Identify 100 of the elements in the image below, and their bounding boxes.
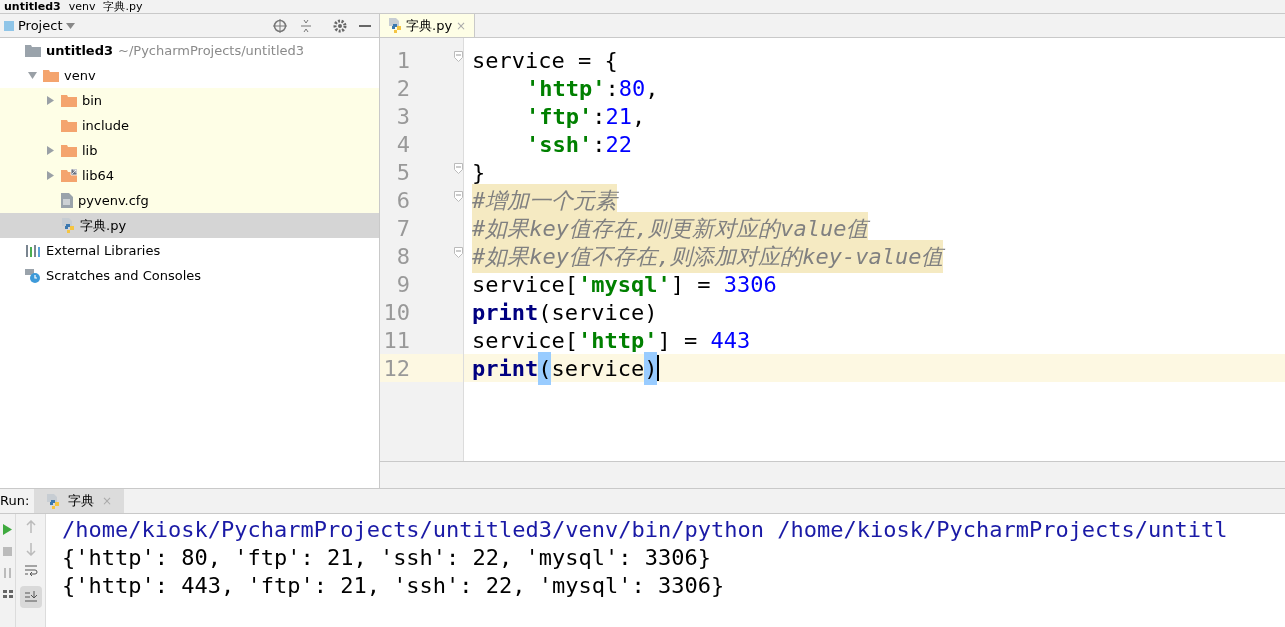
code-token: , xyxy=(645,74,659,103)
tree-item[interactable]: 字典.py xyxy=(0,213,379,238)
code-token: 22 xyxy=(605,130,632,159)
editor-tab[interactable]: 字典.py × xyxy=(380,14,476,37)
folder-icon xyxy=(43,69,59,82)
tab-label: 字典.py xyxy=(406,16,453,35)
line-number: 10 xyxy=(382,298,410,327)
tree-item[interactable]: venv xyxy=(0,63,379,88)
code-token: ( xyxy=(538,351,552,385)
panel-title[interactable]: Project xyxy=(18,15,63,36)
scratches-icon xyxy=(25,268,41,283)
fold-icon[interactable] xyxy=(454,162,463,174)
code-token: print xyxy=(472,298,539,327)
console-line: {'http': 80, 'ftp': 21, 'ssh': 22, 'mysql': 3306} xyxy=(62,544,712,572)
text-cursor xyxy=(657,355,660,381)
tree-item-label: bin xyxy=(82,91,103,110)
tree-item-label: External Libraries xyxy=(46,241,161,260)
code-token: : xyxy=(605,74,619,103)
code-token: service xyxy=(551,354,645,383)
folder-icon xyxy=(25,44,41,57)
line-number: 1 xyxy=(395,46,410,75)
tab-label: 字典 xyxy=(68,492,94,511)
code-token: 'mysql' xyxy=(577,270,671,299)
settings-icon[interactable] xyxy=(333,18,347,33)
fold-icon[interactable] xyxy=(454,246,463,258)
tree-item[interactable]: External Libraries xyxy=(0,238,379,263)
layout-icon[interactable] xyxy=(2,590,13,598)
tree-item-label: lib xyxy=(82,141,98,160)
tree-item[interactable]: lib64 xyxy=(0,163,379,188)
code-token: ] = xyxy=(657,326,699,355)
locate-icon[interactable] xyxy=(273,18,287,33)
libraries-icon xyxy=(25,244,41,257)
line-number: 6 xyxy=(395,186,410,215)
python-icon xyxy=(46,493,60,509)
soft-wrap-icon[interactable] xyxy=(23,564,38,578)
text-file-icon xyxy=(61,193,73,208)
collapsed-arrow-icon[interactable] xyxy=(45,146,55,155)
code-comment: #如果key值不存在,则添加对应的key-value值 xyxy=(472,239,944,273)
project-path: ~/PycharmProjects/untitled3 xyxy=(118,41,305,60)
line-number: 4 xyxy=(395,130,410,159)
fold-icon[interactable] xyxy=(454,50,463,62)
folder-icon xyxy=(61,144,77,157)
tree-item[interactable]: lib xyxy=(0,138,379,163)
linked-folder-icon xyxy=(61,169,77,182)
folder-icon xyxy=(61,119,77,132)
code-token: ] = xyxy=(670,270,712,299)
code-token: 21 xyxy=(605,102,632,131)
tree-item-label: untitled3 xyxy=(46,41,114,60)
code-token: : xyxy=(592,130,606,159)
console-line: /home/kiosk/PycharmProjects/untitled3/venv/bin/python /home/kiosk/PycharmProjects/untitl xyxy=(62,516,1229,544)
run-icon[interactable] xyxy=(3,524,12,535)
code-token: 80 xyxy=(618,74,646,103)
down-arrow-icon[interactable] xyxy=(24,542,37,556)
collapsed-arrow-icon[interactable] xyxy=(45,171,55,180)
code-token: print xyxy=(472,354,539,383)
tree-item-label: pyvenv.cfg xyxy=(78,191,149,210)
code-token: 'ftp' xyxy=(526,102,593,131)
line-number: 2 xyxy=(395,74,410,103)
line-number: 11 xyxy=(382,326,410,355)
tree-item[interactable]: Scratches and Consoles xyxy=(0,263,379,288)
code-token: 'ssh' xyxy=(526,130,593,159)
tree-item[interactable]: bin xyxy=(0,88,379,113)
line-number: 8 xyxy=(395,242,410,271)
python-file-icon xyxy=(388,18,402,33)
code-token: 3306 xyxy=(723,270,777,299)
line-number: 7 xyxy=(395,214,410,243)
run-tab[interactable]: 字典 × xyxy=(34,489,125,513)
up-arrow-icon[interactable] xyxy=(24,520,37,534)
code-token: service = { xyxy=(472,46,618,75)
tree-item[interactable]: include xyxy=(0,113,379,138)
code-token: ) xyxy=(644,351,658,385)
breadcrumb[interactable]: 字典.py xyxy=(103,1,143,12)
run-label: Run: xyxy=(0,492,31,511)
scroll-to-end-button[interactable] xyxy=(19,586,42,608)
code-token: 443 xyxy=(710,326,751,355)
tree-item-label: venv xyxy=(64,66,96,85)
line-number: 12 xyxy=(382,354,410,383)
breadcrumb[interactable]: venv xyxy=(68,1,96,12)
pause-icon[interactable] xyxy=(3,568,12,578)
folder-icon xyxy=(61,94,77,107)
python-file-icon xyxy=(61,218,75,233)
console-line: {'http': 443, 'ftp': 21, 'ssh': 22, 'mysql': 3306} xyxy=(62,572,726,600)
line-number: 9 xyxy=(395,270,410,299)
expanded-arrow-icon[interactable] xyxy=(27,71,37,80)
collapse-icon[interactable] xyxy=(299,18,313,33)
code-token: , xyxy=(632,102,646,131)
collapsed-arrow-icon[interactable] xyxy=(45,96,55,105)
tree-item[interactable]: untitled3 ~/PycharmProjects/untitled3 xyxy=(0,38,379,63)
line-number: 3 xyxy=(395,102,410,131)
code-token: 'http' xyxy=(526,74,606,103)
dropdown-icon[interactable] xyxy=(66,22,76,29)
code-token: : xyxy=(592,102,606,131)
tree-item[interactable]: pyvenv.cfg xyxy=(0,188,379,213)
tree-item-label: 字典.py xyxy=(80,216,127,235)
breadcrumb[interactable]: untitled3 xyxy=(4,1,61,12)
panel-icon xyxy=(4,20,14,31)
code-token: service[ xyxy=(472,270,578,299)
tree-item-label: lib64 xyxy=(82,166,115,185)
fold-icon[interactable] xyxy=(454,190,463,202)
line-number: 5 xyxy=(395,158,410,187)
